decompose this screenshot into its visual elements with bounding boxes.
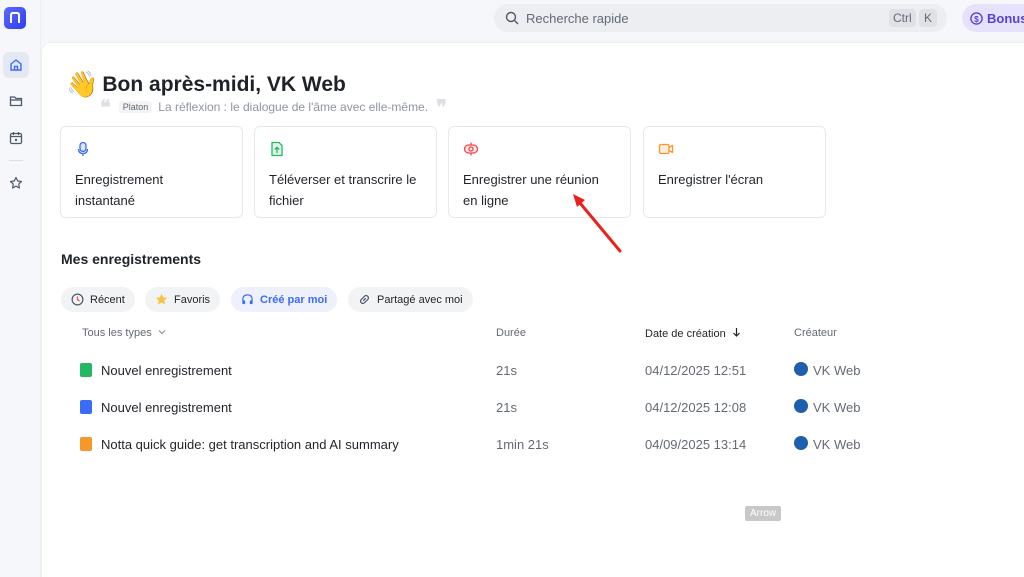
sidebar-item-folders[interactable] xyxy=(3,88,29,114)
section-title: Mes enregistrements xyxy=(61,251,202,267)
card-label-line2: fichier xyxy=(269,193,304,208)
clock-icon xyxy=(71,293,84,306)
table-row[interactable]: Notta quick guide: get transcription and… xyxy=(42,429,1024,459)
recording-creator: VK Web xyxy=(813,400,861,415)
table-row[interactable]: Nouvel enregistrement 21s 04/12/2025 12:… xyxy=(42,355,1024,385)
star-icon xyxy=(155,293,168,305)
sidebar xyxy=(0,0,41,577)
recording-date: 04/09/2025 13:14 xyxy=(645,437,747,452)
video-file-icon xyxy=(80,437,92,451)
recording-name: Notta quick guide: get transcription and… xyxy=(101,437,399,452)
card-label-line2: en ligne xyxy=(463,193,509,208)
recording-date: 04/12/2025 12:08 xyxy=(645,400,747,415)
header-type: Tous les types xyxy=(82,327,152,339)
recording-creator: VK Web xyxy=(813,363,861,378)
recording-name: Nouvel enregistrement xyxy=(101,363,232,378)
card-upload-transcribe[interactable]: Téléverser et transcrire le fichier xyxy=(254,126,437,218)
card-screen-recording[interactable]: Enregistrer l'écran xyxy=(643,126,826,218)
recording-duration: 1min 21s xyxy=(496,437,549,452)
page-title: Bon après-midi, VK Web xyxy=(102,72,346,96)
calendar-icon xyxy=(9,132,23,145)
card-instant-recording[interactable]: Enregistrement instantané xyxy=(60,126,243,218)
card-online-meeting[interactable]: Enregistrer une réunion en ligne xyxy=(448,126,631,218)
header-date: Date de création xyxy=(645,328,726,340)
search-placeholder: Recherche rapide xyxy=(526,10,629,26)
screen-record-icon xyxy=(658,143,674,155)
bonus-button[interactable]: $ Bonus xyxy=(962,4,1024,32)
svg-text:$: $ xyxy=(974,13,979,23)
shortcut-key-k: K xyxy=(919,9,937,27)
open-quote-icon: ❝ xyxy=(100,95,111,119)
waving-hand-icon: 👋 xyxy=(66,69,99,99)
recording-duration: 21s xyxy=(496,400,517,415)
coin-icon: $ xyxy=(970,11,983,25)
filter-label: Récent xyxy=(90,293,125,306)
avatar xyxy=(794,436,808,450)
header-date-sort[interactable]: Date de création xyxy=(645,327,741,340)
recording-creator: VK Web xyxy=(813,437,861,452)
arrow-down-icon xyxy=(732,328,740,337)
recording-name: Nouvel enregistrement xyxy=(101,400,232,415)
audio-file-icon xyxy=(80,363,92,377)
mic-file-icon xyxy=(80,400,92,414)
quote-author: Platon xyxy=(118,101,153,113)
link-icon xyxy=(359,294,370,305)
card-label-line1: Téléverser et transcrire le xyxy=(269,172,417,187)
folder-icon xyxy=(9,96,23,107)
close-quote-icon: ❞ xyxy=(436,95,447,119)
chevron-down-icon xyxy=(158,330,166,335)
quote: ❝ Platon La réflexion : le dialogue de l… xyxy=(100,97,447,117)
recording-duration: 21s xyxy=(496,363,517,378)
quote-text: La réflexion : le dialogue de l'âme avec… xyxy=(158,100,429,114)
type-filter-dropdown[interactable]: Tous les types xyxy=(82,327,166,339)
table-row[interactable]: Nouvel enregistrement 21s 04/12/2025 12:… xyxy=(42,392,1024,422)
mic-icon xyxy=(77,141,89,156)
search-input[interactable]: Recherche rapide Ctrl K xyxy=(494,4,947,32)
avatar xyxy=(794,399,808,413)
upload-file-icon xyxy=(271,141,283,157)
filter-favorites[interactable]: Favoris xyxy=(145,287,221,312)
search-icon xyxy=(505,11,519,25)
filter-label: Partagé avec moi xyxy=(377,293,463,306)
main-panel: 👋 Bon après-midi, VK Web ❝ Platon La réf… xyxy=(41,42,1024,577)
filter-recent[interactable]: Récent xyxy=(61,287,135,312)
recording-date: 04/12/2025 12:51 xyxy=(645,363,747,378)
filter-created-by-me[interactable]: Créé par moi xyxy=(231,287,338,312)
card-label-line1: Enregistrer l'écran xyxy=(658,172,764,187)
sidebar-item-home[interactable] xyxy=(3,52,29,78)
bonus-label: Bonus xyxy=(987,10,1024,26)
card-label-line2: instantané xyxy=(75,193,135,208)
avatar xyxy=(794,362,808,376)
header-creator: Créateur xyxy=(794,327,837,339)
meeting-icon xyxy=(463,142,479,156)
sidebar-divider xyxy=(9,160,23,161)
filter-label: Créé par moi xyxy=(260,293,328,306)
header-duration[interactable]: Durée xyxy=(496,327,526,339)
annotation-label: Arrow xyxy=(745,506,782,521)
app-logo[interactable] xyxy=(4,7,26,29)
filter-label: Favoris xyxy=(174,293,211,306)
card-label-line1: Enregistrer une réunion xyxy=(463,172,599,187)
shortcut-key-ctrl: Ctrl xyxy=(889,9,916,27)
card-label-line1: Enregistrement xyxy=(75,172,164,187)
sidebar-item-favorites[interactable] xyxy=(3,170,29,196)
filter-shared-with-me[interactable]: Partagé avec moi xyxy=(348,287,473,312)
home-icon xyxy=(10,59,22,71)
sidebar-item-calendar[interactable] xyxy=(3,125,29,151)
headphones-icon xyxy=(242,294,253,305)
star-icon xyxy=(9,176,23,189)
